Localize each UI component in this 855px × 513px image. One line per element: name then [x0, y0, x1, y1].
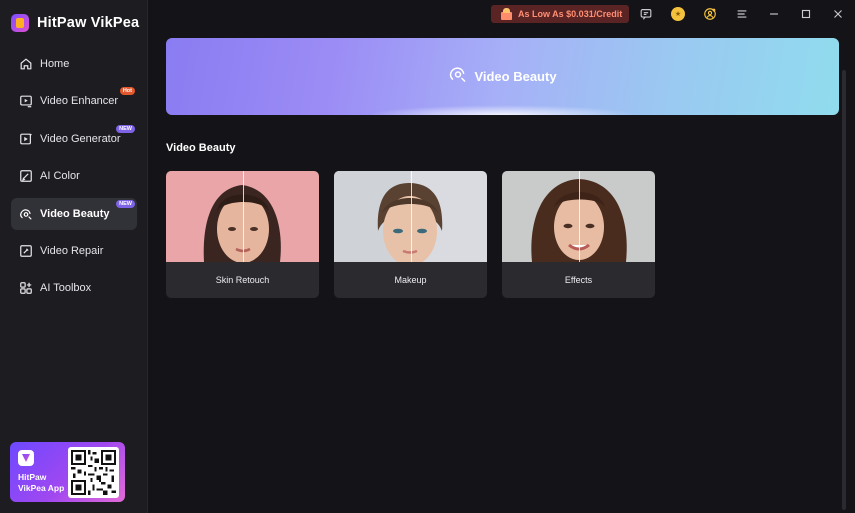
sidebar-item-label: AI Toolbox	[40, 282, 92, 295]
before-after-divider	[242, 171, 244, 262]
qr-code	[68, 447, 119, 498]
app-logo-icon	[11, 14, 29, 32]
sidebar-item-ai-toolbox[interactable]: AI Toolbox	[11, 272, 137, 304]
message-icon[interactable]	[638, 6, 654, 22]
banner-title: Video Beauty	[474, 69, 557, 84]
sidebar-item-label: Home	[40, 58, 70, 70]
skin-retouch-preview-image	[166, 171, 319, 262]
maximize-icon[interactable]	[798, 6, 814, 22]
sidebar: HitPaw VikPea Home Video Enhancer Hot Vi…	[0, 0, 148, 513]
sidebar-item-label: Video Generator	[40, 132, 121, 145]
before-after-divider	[578, 171, 580, 262]
card-label: Skin Retouch	[215, 275, 270, 285]
minimize-icon[interactable]	[766, 6, 782, 22]
card-label: Makeup	[394, 275, 427, 285]
main-content: Video Beauty Video Beauty Skin Retouch M…	[148, 30, 848, 513]
menu-icon[interactable]	[734, 6, 750, 22]
gift-icon	[500, 8, 513, 20]
video-beauty-icon	[19, 207, 33, 221]
account-icon[interactable]	[702, 6, 718, 22]
skin-retouch-card[interactable]: Skin Retouch	[166, 171, 319, 298]
effects-preview-image	[502, 171, 655, 262]
video-enhance-icon	[19, 94, 33, 108]
coin-icon[interactable]: ★	[670, 6, 686, 22]
sidebar-item-video-generator[interactable]: Video Generator NEW	[11, 123, 137, 155]
title-bar: As Low As $0.031/Credit ★	[148, 0, 855, 30]
credit-promo-text: As Low As $0.031/Credit	[518, 9, 623, 19]
sidebar-item-label: Video Repair	[40, 244, 104, 257]
sidebar-item-label: Video Beauty	[40, 207, 110, 220]
effects-card[interactable]: Effects	[502, 171, 655, 298]
makeup-card[interactable]: Makeup	[334, 171, 487, 298]
scrollbar[interactable]	[842, 70, 846, 510]
sidebar-item-video-repair[interactable]: Video Repair	[11, 235, 137, 267]
app-logo-row: HitPaw VikPea	[11, 12, 139, 34]
video-repair-icon	[19, 244, 33, 258]
sidebar-nav: Home Video Enhancer Hot Video Generator …	[11, 48, 137, 310]
ai-color-icon	[19, 169, 33, 183]
sidebar-item-label: AI Color	[40, 170, 80, 183]
close-icon[interactable]	[830, 6, 846, 22]
makeup-preview-image	[334, 171, 487, 262]
app-promo-card[interactable]: HitPaw VikPea App	[10, 442, 125, 502]
home-icon	[19, 57, 33, 71]
video-beauty-banner: Video Beauty	[166, 38, 839, 115]
section-title: Video Beauty	[166, 142, 236, 154]
app-title: HitPaw VikPea	[37, 15, 140, 31]
new-badge: NEW	[116, 199, 135, 208]
sidebar-item-home[interactable]: Home	[11, 48, 137, 80]
sidebar-item-video-enhancer[interactable]: Video Enhancer Hot	[11, 85, 137, 117]
toolbox-icon	[19, 281, 33, 295]
sidebar-item-video-beauty[interactable]: Video Beauty NEW	[11, 197, 137, 230]
before-after-divider	[410, 171, 412, 262]
vikpea-app-icon	[18, 450, 34, 466]
credit-promo-button[interactable]: As Low As $0.031/Credit	[491, 5, 629, 23]
hot-badge: Hot	[119, 87, 135, 96]
sidebar-item-label: Video Enhancer	[40, 95, 119, 108]
new-badge: NEW	[116, 124, 135, 133]
card-label: Effects	[564, 275, 593, 285]
sidebar-item-ai-color[interactable]: AI Color	[11, 160, 137, 192]
video-beauty-icon	[448, 64, 468, 89]
video-generator-icon	[19, 132, 33, 146]
